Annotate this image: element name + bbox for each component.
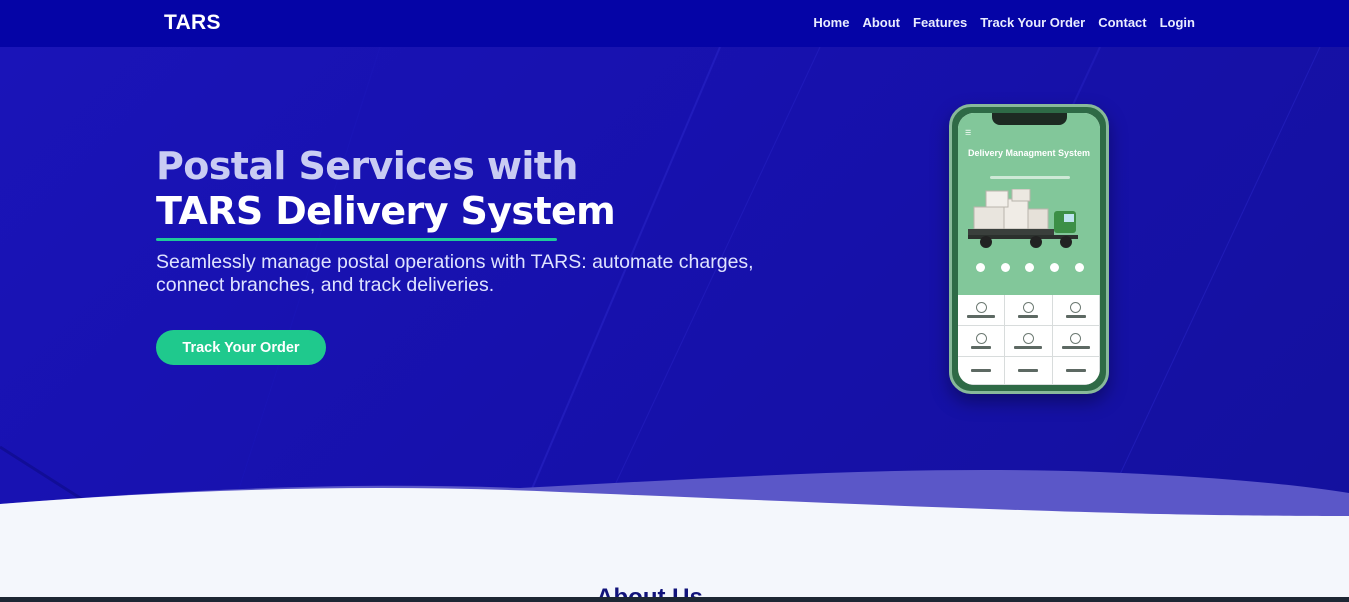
delivery-truck-icon <box>968 189 1078 248</box>
phone-grid-cell <box>958 295 1006 326</box>
phone-screen-subtitle <box>990 176 1070 179</box>
hero-section: Postal Services with TARS Delivery Syste… <box>0 47 1349 517</box>
grid-icon <box>975 333 987 344</box>
phone-grid-cell <box>1052 357 1100 385</box>
grid-icon <box>1022 333 1034 344</box>
grid-icon <box>1070 333 1082 344</box>
phone-notch <box>992 113 1067 125</box>
phone-grid-cell <box>958 326 1006 357</box>
phone-screen-title: Delivery Managment System <box>967 148 1091 158</box>
status-dot-icon <box>1000 263 1010 272</box>
nav-link-contact[interactable]: Contact <box>1098 15 1146 30</box>
top-navbar: TARS Home About Features Track Your Orde… <box>0 0 1349 47</box>
nav-links: Home About Features Track Your Order Con… <box>813 15 1195 30</box>
phone-grid-cell <box>1005 326 1053 357</box>
brand-logo[interactable]: TARS <box>164 11 221 35</box>
nav-link-about[interactable]: About <box>862 15 900 30</box>
phone-grid-cell <box>1005 295 1053 326</box>
grid-icon <box>1022 302 1034 313</box>
phone-grid-cell <box>958 357 1006 385</box>
nav-link-track-order[interactable]: Track Your Order <box>980 15 1085 30</box>
status-dot-icon <box>1025 263 1035 272</box>
phone-grid-cell <box>1052 295 1100 326</box>
nav-link-login[interactable]: Login <box>1160 15 1195 30</box>
title-underline <box>156 238 557 241</box>
hero-title-line1: Postal Services with <box>156 144 578 188</box>
status-dot-icon <box>1050 263 1060 272</box>
phone-menu-grid <box>958 295 1100 385</box>
phone-grid-cell <box>1052 326 1100 357</box>
phone-mockup: ☰ Delivery Managment System <box>949 104 1109 394</box>
phone-grid-cell <box>1005 357 1053 385</box>
phone-status-icons <box>968 263 1092 272</box>
nav-link-features[interactable]: Features <box>913 15 967 30</box>
track-order-button[interactable]: Track Your Order <box>156 330 326 365</box>
status-dot-icon <box>1075 263 1085 272</box>
hero-subtitle: Seamlessly manage postal operations with… <box>156 251 754 296</box>
menu-icon: ☰ <box>965 129 972 137</box>
phone-screen: ☰ Delivery Managment System <box>958 113 1100 385</box>
nav-link-home[interactable]: Home <box>813 15 849 30</box>
grid-icon <box>1070 302 1082 313</box>
bottom-edge-bar <box>0 597 1349 602</box>
hero-title-line2: TARS Delivery System <box>156 189 616 233</box>
hero-wave-divider <box>0 470 1349 522</box>
status-dot-icon <box>975 263 985 272</box>
phone-screen-header: ☰ Delivery Managment System <box>958 113 1100 295</box>
grid-icon <box>975 302 987 313</box>
